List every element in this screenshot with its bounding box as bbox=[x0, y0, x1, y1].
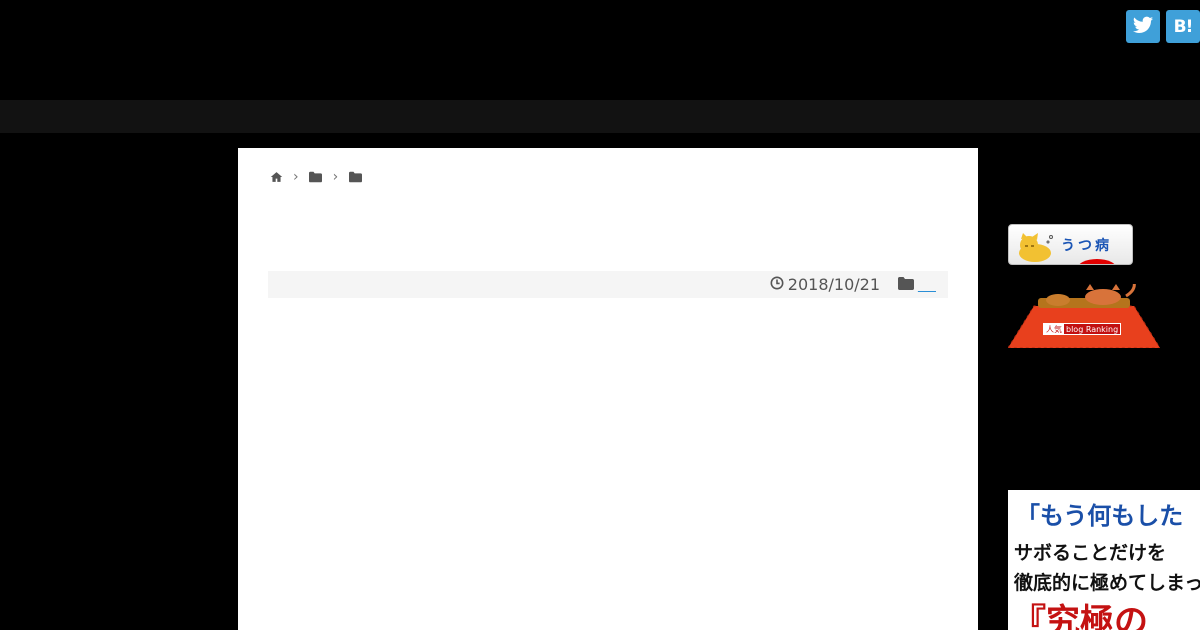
breadcrumb-separator: › bbox=[293, 169, 299, 185]
ad-headline: 「もう何もした bbox=[1016, 501, 1184, 530]
home-icon[interactable] bbox=[269, 170, 283, 184]
post-date-text: 2018/10/21 bbox=[787, 275, 880, 294]
post-date: 2018/10/21 bbox=[770, 275, 880, 294]
ranking-label: 人気 blog Ranking bbox=[1043, 323, 1122, 335]
twitter-share-button[interactable] bbox=[1126, 10, 1160, 43]
post-meta-bar: 2018/10/21 __ bbox=[268, 271, 948, 298]
folder-icon bbox=[898, 275, 914, 294]
banner-decoration bbox=[1077, 259, 1117, 264]
hatena-label: B! bbox=[1173, 16, 1194, 37]
ad-line-3: 徹底的に極めてしまっ bbox=[1014, 572, 1200, 594]
breadcrumb: › › bbox=[269, 170, 362, 184]
blog-ranking-label: blog Ranking bbox=[1066, 324, 1119, 334]
category-link[interactable]: __ bbox=[918, 278, 936, 293]
ad-line-2: サボることだけを bbox=[1014, 542, 1167, 564]
hatena-bookmark-button[interactable]: B! bbox=[1166, 10, 1200, 43]
share-bar: B! bbox=[1126, 10, 1200, 43]
clock-icon bbox=[770, 275, 784, 294]
kotatsu-cat-illustration bbox=[1007, 281, 1161, 349]
ad-title: 『究極の bbox=[1012, 602, 1148, 630]
banner-text: うつ病 bbox=[1061, 238, 1112, 254]
breadcrumb-separator: › bbox=[332, 169, 339, 185]
global-nav-bar bbox=[0, 100, 1200, 133]
popular-label: 人気 bbox=[1044, 323, 1064, 335]
folder-icon[interactable] bbox=[348, 170, 362, 184]
folder-icon[interactable] bbox=[309, 170, 323, 184]
main-article-card: › › 2018/10/21 __ bbox=[238, 148, 978, 630]
twitter-bird-icon bbox=[1132, 14, 1154, 40]
blog-ranking-banner[interactable]: 人気 blog Ranking bbox=[1007, 281, 1161, 349]
depression-ranking-banner[interactable]: うつ病 bbox=[1008, 224, 1133, 265]
post-category: __ bbox=[898, 275, 936, 294]
cat-icon bbox=[1019, 233, 1053, 262]
book-ad-banner[interactable]: 「もう何もした サボることだけを 徹底的に極めてしまっ 『究極の bbox=[1008, 490, 1200, 630]
